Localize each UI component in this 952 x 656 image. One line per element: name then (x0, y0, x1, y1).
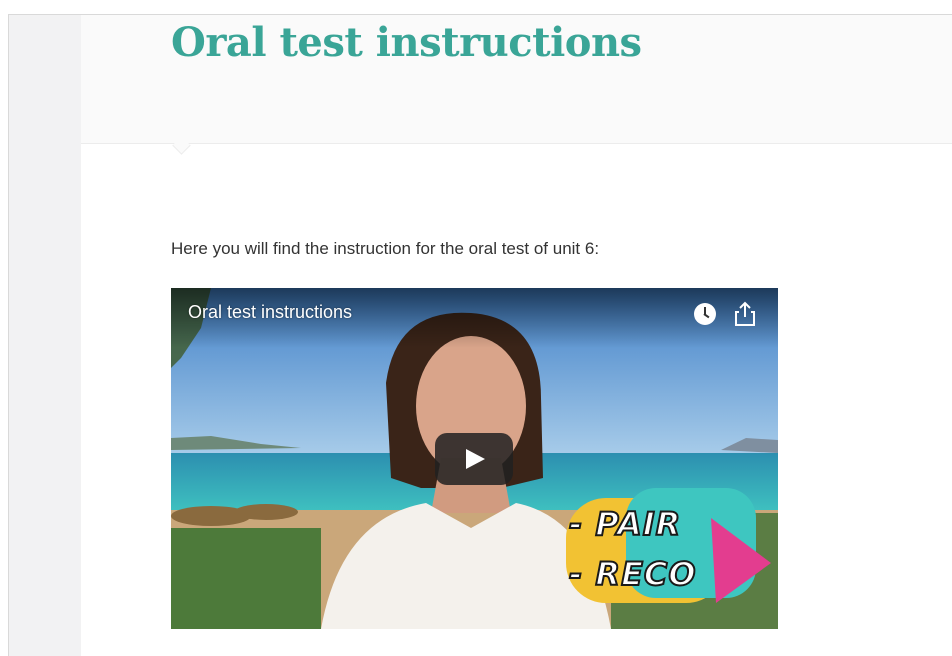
overlay-text-line1: - PAIR (568, 504, 682, 544)
page-frame: Oral test instructions Here you will fin… (8, 14, 952, 656)
video-title[interactable]: Oral test instructions (188, 302, 352, 323)
play-icon[interactable] (435, 433, 513, 485)
clock-icon[interactable] (694, 303, 716, 325)
share-icon[interactable] (734, 301, 756, 327)
left-gutter (9, 15, 81, 656)
video-player[interactable]: Oral test instructions - PAIR - RECO (171, 288, 778, 629)
intro-text: Here you will find the instruction for t… (171, 239, 600, 258)
page-header: Oral test instructions (81, 15, 952, 144)
page-title: Oral test instructions (171, 19, 642, 66)
overlay-text-line2: - RECO (568, 554, 697, 594)
main-content: Oral test instructions Here you will fin… (81, 15, 952, 656)
